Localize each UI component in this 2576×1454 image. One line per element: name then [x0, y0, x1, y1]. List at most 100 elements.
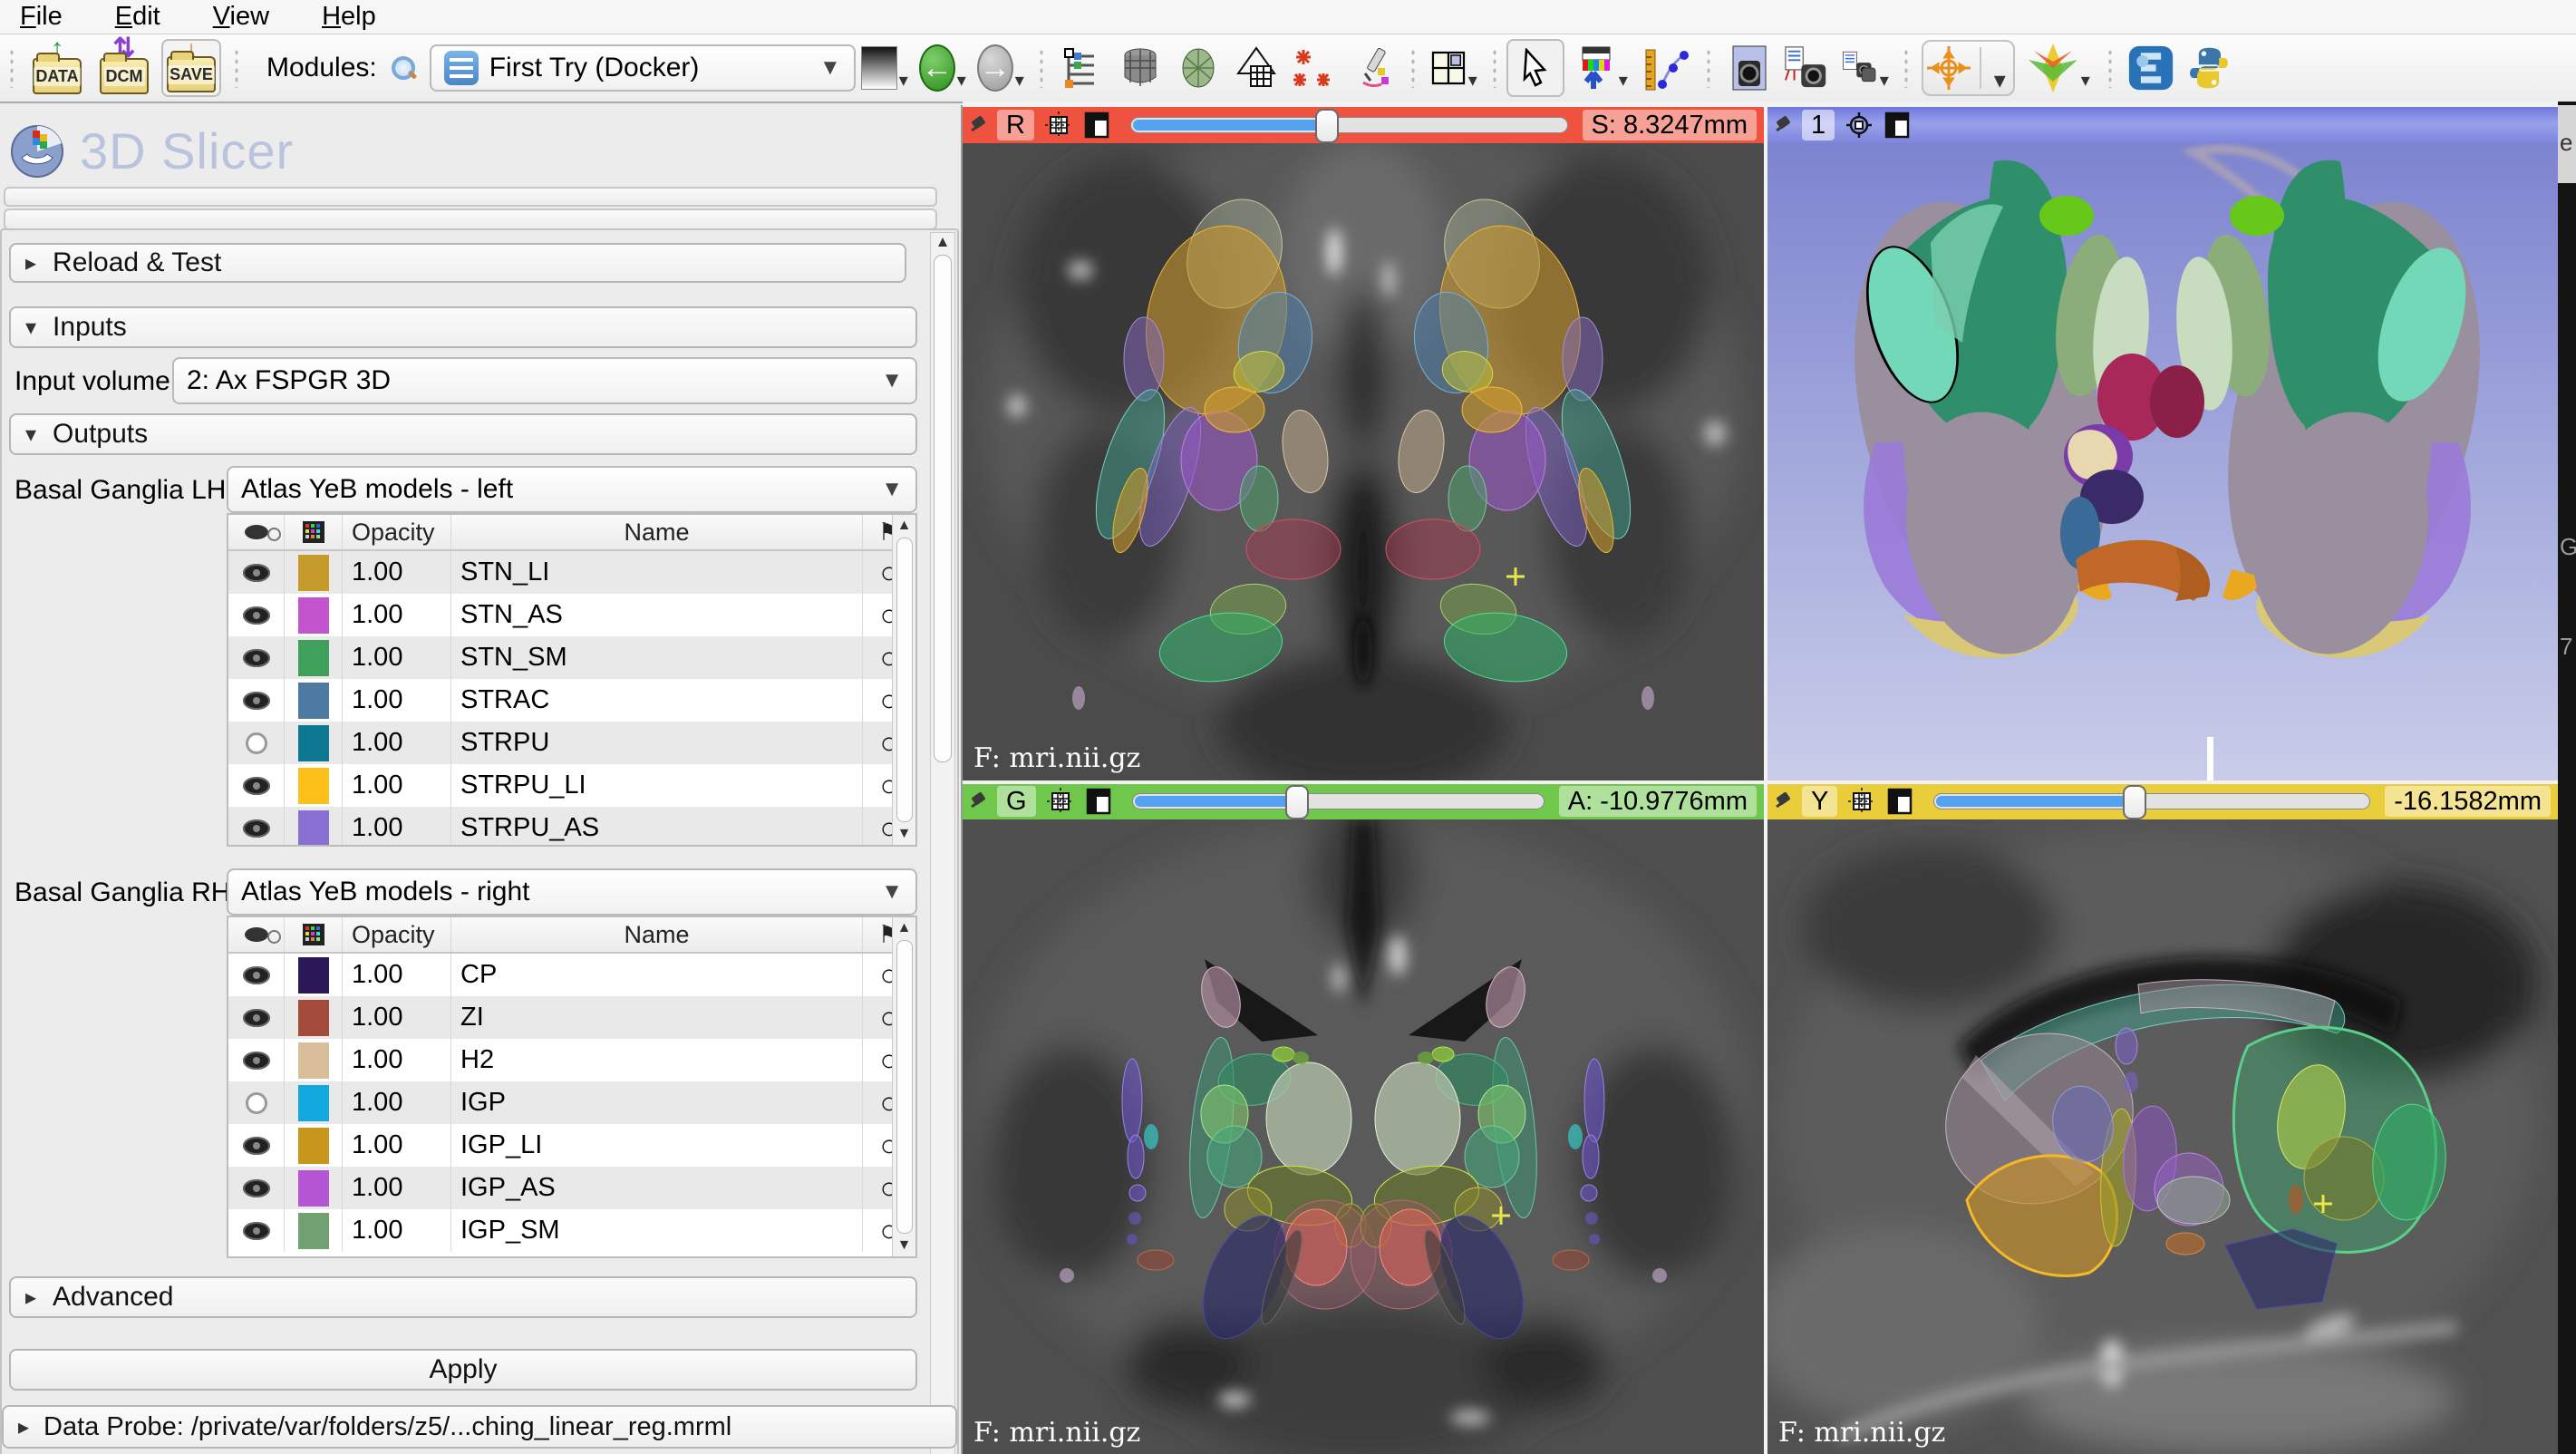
viewport-divider[interactable]: [963, 780, 2576, 784]
center-view-icon[interactable]: [1845, 111, 1874, 140]
slice-link-icon[interactable]: [1847, 787, 1876, 816]
slice-offset-slider[interactable]: [1132, 793, 1545, 809]
table-scrollbar[interactable]: ▲▼: [892, 917, 915, 1256]
model-table-row[interactable]: 1.00 IGP ○: [228, 1081, 915, 1124]
model-color-swatch[interactable]: [298, 640, 329, 676]
slice-menu-icon[interactable]: [1084, 787, 1113, 816]
scene-restore-icon[interactable]: ▾: [1842, 44, 1889, 92]
visibility-eye-icon[interactable]: [246, 1092, 267, 1114]
visibility-eye-icon[interactable]: [243, 692, 270, 710]
model-opacity[interactable]: 1.00: [343, 1167, 451, 1209]
model-color-swatch[interactable]: [298, 768, 329, 804]
visibility-eye-icon[interactable]: [243, 819, 270, 838]
model-table-row[interactable]: 1.00 STRPU ○: [228, 722, 915, 764]
model-opacity[interactable]: 1.00: [343, 551, 451, 594]
model-table-row[interactable]: 1.00 STRPU_LI ○: [228, 764, 915, 807]
red-slice-viewport[interactable]: R S: 8.3247mm: [963, 107, 1764, 780]
model-table-row[interactable]: 1.00 STRPU_AS ○: [228, 807, 915, 847]
section-outputs[interactable]: ▾ Outputs: [9, 413, 917, 455]
threed-viewport[interactable]: 1: [1767, 107, 2558, 780]
section-advanced[interactable]: ▸ Advanced: [9, 1276, 917, 1318]
panel-scrollbar[interactable]: ▲▼: [930, 232, 955, 1454]
visibility-eye-icon[interactable]: [243, 777, 270, 795]
model-color-swatch[interactable]: [298, 957, 329, 994]
visibility-eye-icon[interactable]: [243, 1137, 270, 1155]
apply-button[interactable]: Apply: [9, 1349, 917, 1391]
model-table-row[interactable]: 1.00 IGP_SM ○: [228, 1209, 915, 1252]
model-name[interactable]: IGP_LI: [451, 1124, 863, 1167]
model-color-swatch[interactable]: [298, 1000, 329, 1036]
model-name[interactable]: STRPU_AS: [451, 807, 863, 847]
slice-offset-slider[interactable]: [1130, 117, 1568, 133]
rh-model-selector[interactable]: Atlas YeB models - right ▼: [227, 868, 917, 916]
model-name[interactable]: IGP: [451, 1081, 863, 1124]
slice-offset-slider[interactable]: [1933, 793, 2370, 809]
viewport-divider[interactable]: [1764, 107, 1767, 1454]
slider-handle[interactable]: [2123, 785, 2146, 819]
toolbar-handle[interactable]: [1706, 48, 1711, 88]
model-name[interactable]: STRPU_LI: [451, 764, 863, 807]
volumes-icon[interactable]: [1117, 44, 1164, 92]
model-name[interactable]: STRAC: [451, 679, 863, 722]
pin-icon[interactable]: [970, 790, 992, 812]
model-color-swatch[interactable]: [298, 810, 329, 847]
load-data-button[interactable]: ↑ DATA: [27, 39, 87, 97]
model-opacity[interactable]: 1.00: [343, 1081, 451, 1124]
slice-menu-icon[interactable]: [1885, 787, 1914, 816]
toolbar-handle[interactable]: [1903, 48, 1909, 88]
visibility-eye-icon[interactable]: [243, 606, 270, 625]
model-name[interactable]: H2: [451, 1039, 863, 1081]
model-table-row[interactable]: 1.00 IGP_AS ○: [228, 1167, 915, 1209]
model-opacity[interactable]: 1.00: [343, 722, 451, 764]
red-slice-canvas[interactable]: F: mri.nii.gz: [963, 143, 1764, 780]
model-opacity[interactable]: 1.00: [343, 996, 451, 1039]
model-color-swatch[interactable]: [298, 683, 329, 719]
menu-item-view[interactable]: View: [213, 2, 269, 32]
visibility-eye-icon[interactable]: [243, 649, 270, 667]
threed-menu-icon[interactable]: [1883, 111, 1912, 140]
visibility-eye-icon[interactable]: [243, 966, 270, 984]
model-opacity[interactable]: 1.00: [343, 807, 451, 847]
yellow-slice-canvas[interactable]: F: mri.nii.gz: [1767, 819, 2558, 1454]
panel-help-bar[interactable]: [4, 187, 937, 207]
visibility-eye-icon[interactable]: [243, 1179, 270, 1197]
mouse-pointer-icon[interactable]: [1506, 39, 1564, 97]
model-name[interactable]: CP: [451, 954, 863, 996]
threed-canvas[interactable]: [1767, 143, 2558, 780]
model-name[interactable]: STN_AS: [451, 594, 863, 636]
model-table-row[interactable]: 1.00 H2 ○: [228, 1039, 915, 1081]
model-opacity[interactable]: 1.00: [343, 764, 451, 807]
menu-item-help[interactable]: Help: [322, 2, 376, 32]
model-name[interactable]: IGP_AS: [451, 1167, 863, 1209]
model-opacity[interactable]: 1.00: [343, 1209, 451, 1252]
section-reload-test[interactable]: ▸ Reload & Test: [9, 243, 906, 283]
model-name[interactable]: STN_SM: [451, 636, 863, 679]
green-slice-viewport[interactable]: G A: -10.9776mm: [963, 783, 1764, 1454]
toolbar-handle[interactable]: [2107, 48, 2113, 88]
menu-item-file[interactable]: File: [20, 2, 63, 32]
slice-view-label[interactable]: Y: [1802, 786, 1837, 817]
model-color-swatch[interactable]: [298, 1085, 329, 1121]
toolbar-handle[interactable]: [1039, 48, 1044, 88]
slice-menu-icon[interactable]: [1082, 111, 1111, 140]
yellow-slice-viewport[interactable]: Y -16.1582mm: [1767, 783, 2558, 1454]
model-color-swatch[interactable]: [298, 555, 329, 591]
model-color-swatch[interactable]: [298, 725, 329, 761]
forward-arrow-icon[interactable]: →▾: [977, 44, 1024, 92]
model-color-swatch[interactable]: [298, 1042, 329, 1079]
model-table-row[interactable]: 1.00 CP ○: [228, 954, 915, 996]
table-scrollbar[interactable]: ▲▼: [892, 515, 915, 845]
layout-selector-icon[interactable]: ▾: [1430, 44, 1477, 92]
transforms-icon[interactable]: [1233, 44, 1280, 92]
visibility-eye-icon[interactable]: [246, 732, 267, 754]
model-color-swatch[interactable]: [298, 597, 329, 634]
model-table-row[interactable]: 1.00 IGP_LI ○: [228, 1124, 915, 1167]
input-volume-selector[interactable]: 2: Ax FSPGR 3D ▼: [172, 357, 917, 404]
model-color-swatch[interactable]: [298, 1170, 329, 1207]
models-icon[interactable]: [1175, 44, 1222, 92]
window-level-icon[interactable]: ▾: [1570, 44, 1633, 92]
extensions-manager-icon[interactable]: [2127, 44, 2174, 92]
subject-hierarchy-icon[interactable]: [1059, 44, 1106, 92]
module-history-icon[interactable]: ▾: [861, 44, 908, 92]
menu-item-edit[interactable]: Edit: [115, 2, 160, 32]
